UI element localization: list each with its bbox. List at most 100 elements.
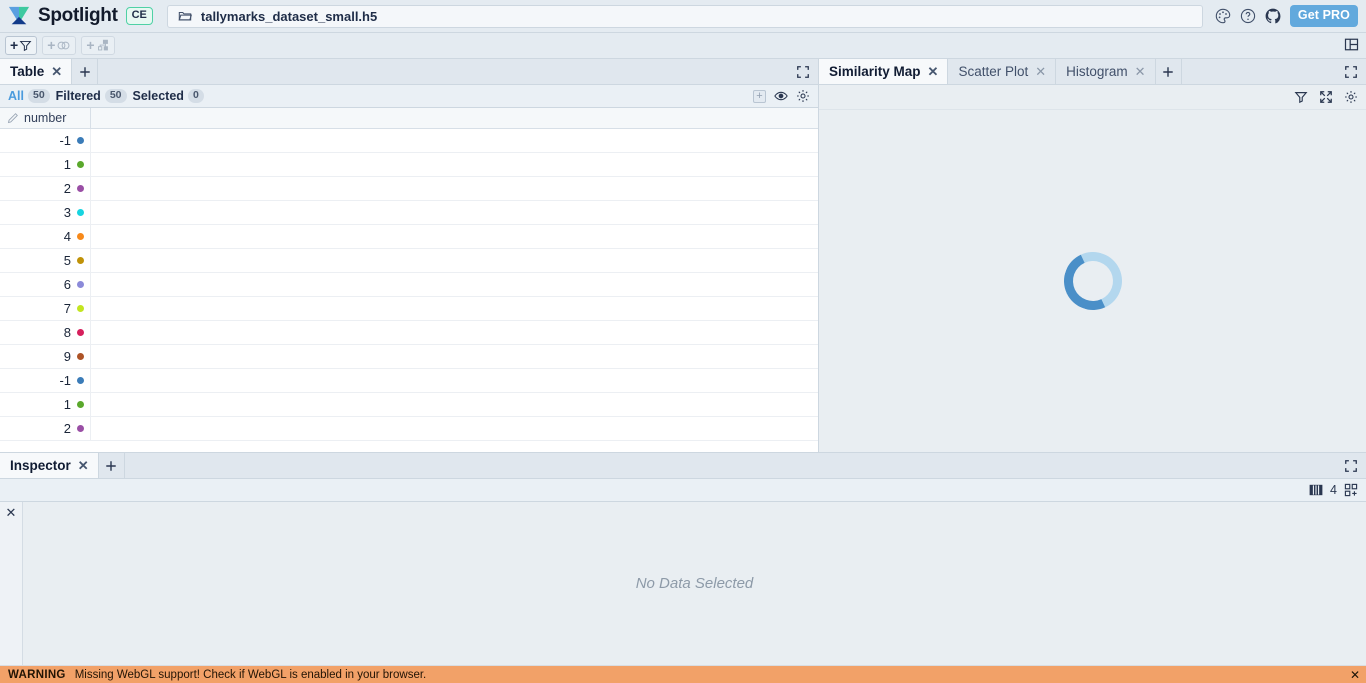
table-cell-value: -1	[59, 133, 71, 148]
tab-scatter-plot[interactable]: Scatter Plot ✕	[948, 59, 1057, 84]
stat-selected[interactable]: Selected 0	[133, 89, 204, 103]
table-row[interactable]: 9	[0, 345, 818, 369]
tab-similarity-map-close-icon[interactable]: ✕	[928, 65, 939, 78]
gear-icon[interactable]	[796, 89, 810, 103]
tab-histogram-close-icon[interactable]: ✕	[1135, 65, 1146, 78]
stat-filtered-count: 50	[104, 89, 127, 103]
table-add-tab-button[interactable]	[72, 59, 99, 84]
category-color-dot	[77, 353, 84, 360]
table-cell-number[interactable]: 9	[0, 345, 91, 368]
viz-fullscreen-icon[interactable]	[1344, 65, 1358, 79]
table-cell-number[interactable]: 5	[0, 249, 91, 272]
table-row[interactable]: -1	[0, 369, 818, 393]
stat-all[interactable]: All 50	[8, 89, 50, 103]
viz-add-tab-button[interactable]	[1156, 59, 1182, 84]
add-filter-plus: +	[10, 36, 19, 53]
tab-table-close-icon[interactable]: ✕	[51, 65, 62, 78]
table-cell-number[interactable]: 6	[0, 273, 91, 296]
table-cell-number[interactable]: 7	[0, 297, 91, 320]
table-cell-empty	[91, 321, 818, 344]
table-row[interactable]: 5	[0, 249, 818, 273]
table-column-header: number	[0, 108, 818, 129]
table-cell-number[interactable]: 2	[0, 177, 91, 200]
inspector-canvas[interactable]: No Data Selected	[23, 502, 1366, 665]
similarity-map-canvas[interactable]	[819, 110, 1366, 452]
table-tabstrip-filler	[98, 59, 796, 84]
category-color-dot	[77, 161, 84, 168]
file-path-text: tallymarks_dataset_small.h5	[200, 8, 378, 24]
tab-inspector-close-icon[interactable]: ✕	[78, 459, 89, 472]
table-cell-value: 7	[63, 301, 71, 316]
table-cell-number[interactable]: 4	[0, 225, 91, 248]
table-row[interactable]: 1	[0, 393, 818, 417]
tab-inspector[interactable]: Inspector ✕	[0, 453, 99, 478]
columns-icon[interactable]	[1309, 484, 1323, 496]
table-row[interactable]: 2	[0, 177, 818, 201]
tab-scatter-plot-label: Scatter Plot	[958, 64, 1029, 79]
inspector-close-icon[interactable]: ✕	[6, 506, 17, 665]
stat-selected-label: Selected	[132, 89, 184, 103]
github-icon[interactable]	[1265, 8, 1281, 24]
loading-spinner-icon	[1055, 243, 1130, 319]
get-pro-button[interactable]: Get PRO	[1289, 5, 1358, 27]
category-color-dot	[77, 137, 84, 144]
table-cell-number[interactable]: 2	[0, 417, 91, 440]
table-fullscreen-icon[interactable]	[796, 65, 810, 79]
add-filter-button[interactable]: +	[5, 36, 38, 55]
table-row[interactable]: 2	[0, 417, 818, 441]
tab-histogram-label: Histogram	[1066, 64, 1128, 79]
table-cell-empty	[91, 177, 818, 200]
table-cell-value: 5	[63, 253, 71, 268]
category-color-dot	[77, 425, 84, 432]
stat-filtered-label: Filtered	[55, 89, 101, 103]
table-cell-empty	[91, 393, 818, 416]
viz-gear-icon[interactable]	[1344, 90, 1358, 104]
table-row[interactable]: 1	[0, 153, 818, 177]
table-cell-number[interactable]: 1	[0, 153, 91, 176]
table-row[interactable]: 4	[0, 225, 818, 249]
inspector-add-tab-button[interactable]	[99, 453, 125, 478]
column-header-number[interactable]: number	[0, 108, 91, 128]
top-bar-icons: Get PRO	[1215, 5, 1360, 27]
table-cell-empty	[91, 129, 818, 152]
tab-table[interactable]: Table ✕	[0, 59, 73, 84]
help-circle-icon[interactable]	[1240, 8, 1256, 24]
add-tile-icon[interactable]	[1344, 483, 1358, 497]
add-group-plus: +	[47, 36, 56, 53]
tab-similarity-map[interactable]: Similarity Map ✕	[819, 59, 949, 84]
inspector-panel: Inspector ✕ 4 ✕ No Data Selected	[0, 452, 1366, 665]
folder-icon	[178, 9, 192, 23]
tab-scatter-plot-close-icon[interactable]: ✕	[1035, 65, 1046, 78]
data-table[interactable]: number -1 1 2 3 4 5 6 7 8 9 -1 1 2	[0, 108, 818, 452]
table-cell-value: 2	[63, 181, 71, 196]
table-row[interactable]: 3	[0, 201, 818, 225]
table-cell-number[interactable]: 1	[0, 393, 91, 416]
expand-arrows-icon[interactable]	[1319, 90, 1333, 104]
layout-grid-icon[interactable]	[1344, 37, 1359, 52]
table-cell-number[interactable]: 8	[0, 321, 91, 344]
stat-filtered[interactable]: Filtered 50	[56, 89, 127, 103]
stat-selected-count: 0	[187, 89, 204, 103]
table-row[interactable]: 8	[0, 321, 818, 345]
table-cell-value: 4	[63, 229, 71, 244]
viz-tabstrip-actions	[1344, 59, 1366, 84]
inspector-tabstrip: Inspector ✕	[0, 453, 1366, 479]
viz-tabstrip: Similarity Map ✕ Scatter Plot ✕ Histogra…	[819, 59, 1366, 85]
file-path-field[interactable]: tallymarks_dataset_small.h5	[166, 4, 1203, 28]
table-cell-number[interactable]: -1	[0, 369, 91, 392]
status-close-icon[interactable]: ✕	[1350, 669, 1360, 681]
top-bar: Spotlight CE tallymarks_dataset_small.h5	[0, 0, 1366, 33]
table-cell-number[interactable]: 3	[0, 201, 91, 224]
table-row[interactable]: -1	[0, 129, 818, 153]
inspector-fullscreen-icon[interactable]	[1344, 459, 1358, 473]
viz-funnel-icon[interactable]	[1294, 90, 1308, 104]
table-row[interactable]: 6	[0, 273, 818, 297]
eye-icon[interactable]	[774, 89, 788, 103]
palette-icon[interactable]	[1215, 8, 1231, 24]
table-cell-empty	[91, 417, 818, 440]
table-stats-actions: +	[753, 89, 810, 103]
table-cell-number[interactable]: -1	[0, 129, 91, 152]
add-column-icon[interactable]: +	[753, 89, 766, 103]
table-row[interactable]: 7	[0, 297, 818, 321]
tab-histogram[interactable]: Histogram ✕	[1056, 59, 1156, 84]
